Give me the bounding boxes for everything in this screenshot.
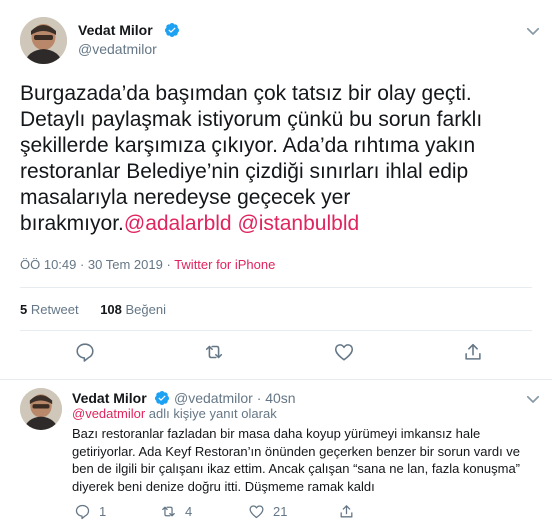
share-icon [340, 505, 353, 518]
replying-to: @vedatmilor adlı kişiye yanıt olarak [72, 406, 277, 421]
like-label: Beğeni [125, 302, 166, 317]
verified-badge-icon [154, 391, 169, 405]
author-handle[interactable]: @vedatmilor [78, 41, 157, 57]
author-name[interactable]: Vedat Milor [72, 390, 147, 406]
reply-time: · 40sn [256, 390, 296, 406]
verified-badge-icon [164, 23, 179, 37]
like-count: 21 [273, 504, 288, 519]
source-link[interactable]: Twitter for iPhone [174, 257, 275, 272]
like-icon [249, 505, 264, 519]
chevron-down-icon[interactable] [524, 390, 542, 408]
reply-action[interactable]: 1 [74, 503, 106, 520]
tweet-text: Burgazada’da başımdan çok tatsız bir ola… [20, 81, 540, 237]
avatar[interactable] [20, 17, 67, 64]
like-count: 108 [100, 302, 122, 317]
chevron-down-icon[interactable] [524, 22, 542, 40]
reply-icon [75, 504, 90, 520]
like-stat[interactable]: 108 Beğeni [100, 302, 166, 317]
share-action[interactable] [338, 503, 355, 520]
mention-link[interactable]: @istanbulbld [237, 212, 359, 235]
divider [20, 287, 532, 288]
retweet-stat[interactable]: 5 Retweet [20, 302, 79, 317]
reply-handle: @vedatmilor [174, 390, 253, 406]
retweet-icon [162, 506, 175, 517]
engagement-stats: 5 Retweet 108 Beğeni [20, 302, 166, 317]
replying-to-handle[interactable]: @vedatmilor [72, 406, 145, 421]
tweet-meta: ÖÖ 10:49 · 30 Tem 2019 · Twitter for iPh… [20, 257, 275, 272]
author-name[interactable]: Vedat Milor [78, 22, 153, 38]
reply-icon[interactable] [74, 341, 96, 363]
retweet-icon[interactable] [203, 341, 225, 363]
retweet-label: Retweet [30, 302, 79, 317]
like-icon[interactable] [333, 341, 355, 363]
retweet-action[interactable]: 4 [160, 503, 192, 520]
avatar[interactable] [20, 388, 62, 430]
avatar-image [20, 388, 62, 430]
like-action[interactable]: 21 [248, 503, 287, 520]
divider [20, 330, 532, 331]
timestamp[interactable]: ÖÖ 10:49 · 30 Tem 2019 · [20, 257, 171, 272]
mention-link[interactable]: @adalarbld [124, 212, 232, 235]
replying-to-suffix: adlı kişiye yanıt olarak [148, 406, 277, 421]
reply-count: 1 [99, 504, 107, 519]
main-tweet: Vedat Milor @vedatmilor Burgazada’da baş… [0, 0, 552, 380]
retweet-count: 5 [20, 302, 28, 317]
retweet-count: 4 [185, 504, 193, 519]
share-icon[interactable] [462, 341, 484, 363]
author-handle[interactable]: @vedatmilor · 40sn [174, 390, 296, 406]
reply-text: Bazı restoranlar fazladan bir masa daha … [72, 426, 521, 494]
avatar-image [20, 17, 67, 64]
